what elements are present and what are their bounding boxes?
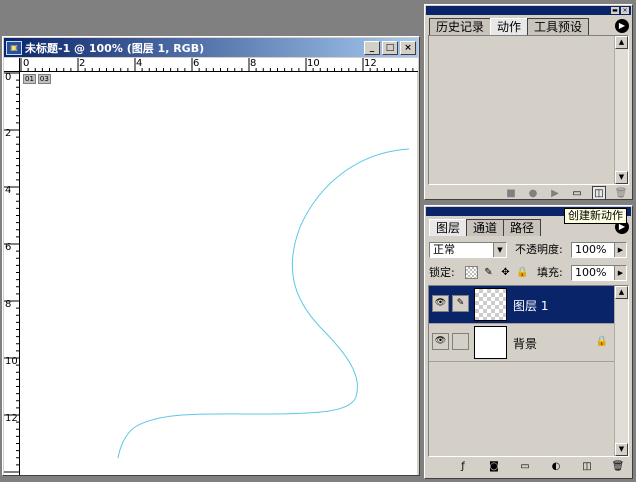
- actions-list[interactable]: ▲ ▼: [428, 35, 629, 185]
- record-icon[interactable]: ●: [526, 186, 540, 200]
- layer-row-layer1[interactable]: 👁 ✎ 图层 1: [429, 286, 614, 324]
- opacity-label: 不透明度:: [515, 243, 563, 256]
- ruler-v-label: 12: [5, 413, 18, 424]
- new-action-icon[interactable]: ◫: [592, 186, 606, 200]
- lock-icon: 🔒: [595, 336, 608, 347]
- tab-actions[interactable]: 动作: [490, 18, 529, 35]
- ruler-v-label: 2: [5, 128, 12, 139]
- ruler-v-label: 4: [5, 185, 12, 196]
- layer-row-background[interactable]: 👁 背景 🔒: [429, 324, 614, 362]
- stop-icon[interactable]: ■: [504, 186, 518, 200]
- scroll-up-icon[interactable]: ▲: [615, 286, 628, 299]
- ruler-v-label: 8: [5, 299, 12, 310]
- eye-icon[interactable]: 👁: [432, 295, 449, 312]
- layers-toolbar: ƒ ◙ ▭ ◐ ◫ 🗑: [455, 459, 626, 475]
- photoshop-document-icon[interactable]: ▣: [6, 40, 22, 55]
- document-canvas[interactable]: 01 03: [20, 72, 417, 475]
- document-titlebar[interactable]: ▣ 未标题-1 @ 100% (图层 1, RGB) _ □ ×: [4, 38, 418, 57]
- ruler-h-label: 6: [193, 58, 200, 69]
- scroll-up-icon[interactable]: ▲: [615, 36, 628, 49]
- lock-brush-icon[interactable]: ✎: [482, 266, 495, 279]
- lock-all-icon[interactable]: 🔒: [516, 266, 529, 279]
- layer-name: 背景: [513, 337, 538, 351]
- layer-mask-icon[interactable]: ◙: [486, 460, 502, 474]
- layers-list[interactable]: 👁 ✎ 图层 1 👁 背景 🔒 ▲ ▼: [428, 285, 629, 457]
- cyan-stroke: [117, 148, 410, 459]
- fill-value: 100%: [575, 266, 607, 279]
- opacity-slider-arrow-icon[interactable]: ▶: [614, 243, 626, 257]
- workspace: ▣ 未标题-1 @ 100% (图层 1, RGB) _ □ × 0 2 4 6…: [0, 0, 636, 482]
- delete-icon[interactable]: 🗑: [614, 186, 628, 200]
- play-icon[interactable]: ▶: [548, 186, 562, 200]
- layers-panel[interactable]: 图层 通道 路径 ▶ 正常 ▼ 不透明度: 100% ▶ 锁定: ✎ ✥ 🔒 填…: [424, 205, 633, 479]
- lock-label: 锁定:: [429, 266, 455, 279]
- lock-move-icon[interactable]: ✥: [499, 266, 512, 279]
- new-layer-icon[interactable]: ◫: [579, 460, 595, 474]
- ruler-v-label: 10: [5, 356, 18, 367]
- ruler-h-label: 12: [364, 58, 377, 69]
- panel-minimize-icon[interactable]: ▬: [611, 7, 619, 14]
- tab-layers[interactable]: 图层: [429, 219, 468, 236]
- close-button[interactable]: ×: [400, 40, 416, 55]
- chevron-down-icon[interactable]: ▼: [493, 243, 506, 257]
- fill-field[interactable]: 100% ▶: [571, 265, 627, 281]
- scroll-down-icon[interactable]: ▼: [615, 443, 628, 456]
- horizontal-ruler[interactable]: 0 2 4 6 8 10 12: [20, 58, 418, 72]
- layer-thumbnail: [474, 288, 507, 321]
- layer-thumbnail: [474, 326, 507, 359]
- blend-mode-value: 正常: [433, 243, 455, 256]
- ruler-h-label: 0: [23, 58, 30, 69]
- drawn-path: [117, 148, 410, 459]
- scroll-down-icon[interactable]: ▼: [615, 171, 628, 184]
- ruler-h-label: 4: [136, 58, 143, 69]
- vertical-ruler[interactable]: 0 2 4 6 8 10 12: [4, 72, 20, 475]
- delete-layer-icon[interactable]: 🗑: [610, 460, 626, 474]
- ruler-h-label: 2: [79, 58, 86, 69]
- layers-panel-tabs: 图层 通道 路径: [429, 219, 542, 236]
- ruler-origin[interactable]: [4, 58, 20, 72]
- ruler-h-label: 10: [307, 58, 320, 69]
- actions-toolbar: ■ ● ▶ ▭ ◫ 🗑: [429, 185, 628, 201]
- document-title: 未标题-1 @ 100% (图层 1, RGB): [25, 41, 205, 55]
- history-panel-tabs: 历史记录 动作 工具预设: [429, 18, 590, 35]
- tooltip: 创建新动作: [564, 208, 627, 224]
- fill-label: 填充:: [537, 266, 563, 279]
- new-group-folder-icon[interactable]: ▭: [517, 460, 533, 474]
- adjustment-layer-icon[interactable]: ◐: [548, 460, 564, 474]
- panel-close-icon[interactable]: ×: [621, 7, 629, 14]
- tab-tool-presets[interactable]: 工具预设: [527, 18, 590, 35]
- ruler-v-label: 6: [5, 242, 12, 253]
- layer-name: 图层 1: [513, 299, 549, 313]
- tab-channels[interactable]: 通道: [466, 219, 505, 236]
- panel-menu-icon[interactable]: ▶: [615, 19, 629, 33]
- layer-style-icon[interactable]: ƒ: [455, 460, 471, 474]
- panel-title-bar[interactable]: ▬ ×: [426, 6, 631, 15]
- minimize-button[interactable]: _: [364, 40, 380, 55]
- actions-scrollbar[interactable]: ▲ ▼: [614, 36, 628, 184]
- brush-icon[interactable]: ✎: [452, 295, 469, 312]
- maximize-button[interactable]: □: [382, 40, 398, 55]
- fill-slider-arrow-icon[interactable]: ▶: [614, 266, 626, 280]
- empty-link-box[interactable]: [452, 333, 469, 350]
- tab-paths[interactable]: 路径: [503, 219, 542, 236]
- opacity-field[interactable]: 100% ▶: [571, 242, 627, 258]
- blend-mode-select[interactable]: 正常 ▼: [429, 242, 507, 258]
- document-window[interactable]: ▣ 未标题-1 @ 100% (图层 1, RGB) _ □ × 0 2 4 6…: [2, 36, 420, 476]
- tab-history[interactable]: 历史记录: [429, 18, 492, 35]
- ruler-v-label: 0: [5, 72, 12, 83]
- eye-icon[interactable]: 👁: [432, 333, 449, 350]
- layers-scrollbar[interactable]: ▲ ▼: [614, 286, 628, 456]
- history-actions-panel[interactable]: ▬ × 历史记录 动作 工具预设 ▶ ▲ ▼ ■ ● ▶ ▭ ◫ 🗑: [424, 4, 633, 200]
- lock-transparency-icon[interactable]: [465, 266, 478, 279]
- opacity-value: 100%: [575, 243, 607, 256]
- new-set-folder-icon[interactable]: ▭: [570, 186, 584, 200]
- ruler-h-label: 8: [250, 58, 257, 69]
